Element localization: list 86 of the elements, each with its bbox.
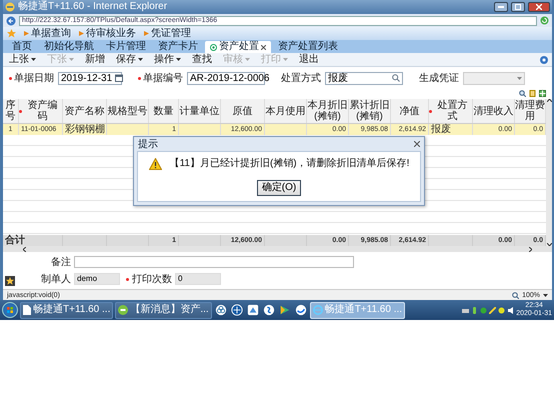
tab[interactable]: 首页 — [7, 41, 37, 53]
caret-icon — [543, 294, 548, 296]
maximize-icon — [515, 4, 521, 10]
refresh-icon[interactable] — [540, 16, 549, 25]
document-icon — [23, 305, 31, 315]
arrow-icon — [144, 31, 149, 36]
field-label: 打印次数 — [132, 272, 172, 286]
column-header[interactable]: 原值 — [232, 106, 252, 116]
toolbar-button[interactable]: 保存 — [114, 54, 145, 66]
vertical-scrollbar[interactable] — [546, 99, 552, 246]
caret-icon — [517, 76, 522, 80]
field-label: 处置方式 — [281, 72, 321, 85]
close-icon — [536, 4, 542, 10]
column-header[interactable]: 数量 — [154, 106, 174, 116]
close-icon[interactable] — [414, 141, 420, 147]
minimize-button[interactable] — [494, 2, 508, 12]
lookup-field[interactable]: 报废 — [325, 72, 403, 84]
field-label: 单据日期 — [14, 72, 54, 85]
help-icon[interactable] — [540, 56, 548, 64]
field-label: 制单人 — [40, 272, 71, 286]
spreadsheet-icon[interactable] — [539, 90, 546, 97]
ok-button[interactable]: 确定(O) — [256, 180, 302, 196]
minimize-icon — [498, 6, 504, 8]
back-button[interactable] — [6, 16, 16, 26]
tab[interactable]: 资产处置列表 — [273, 41, 343, 53]
input-field[interactable] — [74, 256, 354, 268]
field-label: 单据编号 — [143, 72, 183, 85]
calendar-icon — [115, 74, 124, 82]
column-header[interactable]: 累计折旧(摊销) — [349, 100, 390, 122]
favorite-link[interactable]: 凭证管理 — [144, 28, 191, 40]
column-header[interactable]: 资产名称 — [64, 106, 104, 116]
tab[interactable]: 资产卡片 — [153, 41, 203, 53]
toolbar-button[interactable]: 退出 — [297, 54, 321, 66]
dialog-title: 提示 — [138, 138, 158, 151]
document-icon[interactable] — [529, 90, 536, 97]
star-icon — [6, 277, 14, 285]
start-button[interactable] — [2, 302, 18, 318]
close-button[interactable] — [528, 2, 550, 12]
horizontal-scrollbar[interactable] — [3, 246, 552, 252]
taskbar-window-button[interactable]: 畅捷通T+11.60 ... — [20, 302, 114, 318]
column-header[interactable]: 计量单位 — [180, 106, 220, 116]
arrow-icon — [79, 31, 84, 36]
taskbar-window-button[interactable]: 【新消息】资产... — [115, 302, 212, 318]
field-label: 备注 — [50, 256, 71, 269]
status-dot-icon[interactable] — [480, 306, 488, 314]
toolbar-button[interactable]: 查找 — [190, 54, 214, 66]
star-icon — [7, 29, 16, 38]
column-header[interactable]: 序号 — [3, 100, 18, 122]
zoom-icon — [512, 292, 520, 298]
play-icon[interactable] — [278, 304, 291, 316]
keyboard-icon[interactable] — [462, 306, 470, 314]
readonly-field: demo — [74, 273, 120, 285]
search-icon — [392, 74, 400, 82]
target-icon — [210, 44, 217, 50]
tab[interactable]: 卡片管理 — [101, 41, 151, 53]
column-header[interactable]: 规格型号 — [108, 106, 148, 116]
date-field[interactable]: 2019-12-31 — [58, 72, 122, 84]
column-header[interactable]: 清理收入 — [474, 106, 514, 116]
toolbar-button[interactable]: 上张 — [7, 54, 38, 66]
tab[interactable]: 初始化导航 — [39, 41, 99, 53]
toolbar-button[interactable]: 新增 — [83, 54, 107, 66]
column-header[interactable]: 处置方式 — [433, 100, 472, 122]
warning-icon — [148, 158, 162, 170]
column-header[interactable]: 本月使用 — [266, 106, 306, 116]
tab[interactable]: 资产处置 — [205, 41, 271, 53]
cloud-rings-icon[interactable] — [214, 304, 227, 316]
favorite-link[interactable]: 单据查询 — [24, 28, 71, 40]
column-header[interactable]: 净值 — [400, 106, 420, 116]
field-label: 生成凭证 — [419, 72, 459, 85]
column-header[interactable]: 清理费用 — [515, 100, 545, 122]
readonly-field: 0 — [175, 273, 221, 285]
zoom-icon[interactable] — [519, 90, 526, 97]
favorite-link[interactable]: 待审核业务 — [79, 28, 136, 40]
back-arrow-icon — [6, 16, 16, 26]
column-header[interactable]: 资产编码 — [23, 100, 62, 122]
toolbar-button[interactable]: 操作 — [152, 54, 183, 66]
speaker-icon[interactable] — [507, 306, 514, 314]
column-header[interactable]: 本月折旧(摊销) — [307, 100, 348, 122]
swoosh-icon[interactable] — [294, 304, 307, 316]
dialog-message: 【11】月已经计提折旧(摊销)，请删除折旧清单后保存! — [170, 158, 410, 170]
window-title: 畅捷通T+11.60 - Internet Explorer — [18, 1, 168, 13]
windows-logo-icon — [2, 302, 18, 318]
favorites-button[interactable] — [5, 276, 15, 286]
close-icon[interactable] — [261, 44, 266, 50]
maximize-button[interactable] — [511, 2, 525, 12]
arrow-icon — [24, 31, 29, 36]
